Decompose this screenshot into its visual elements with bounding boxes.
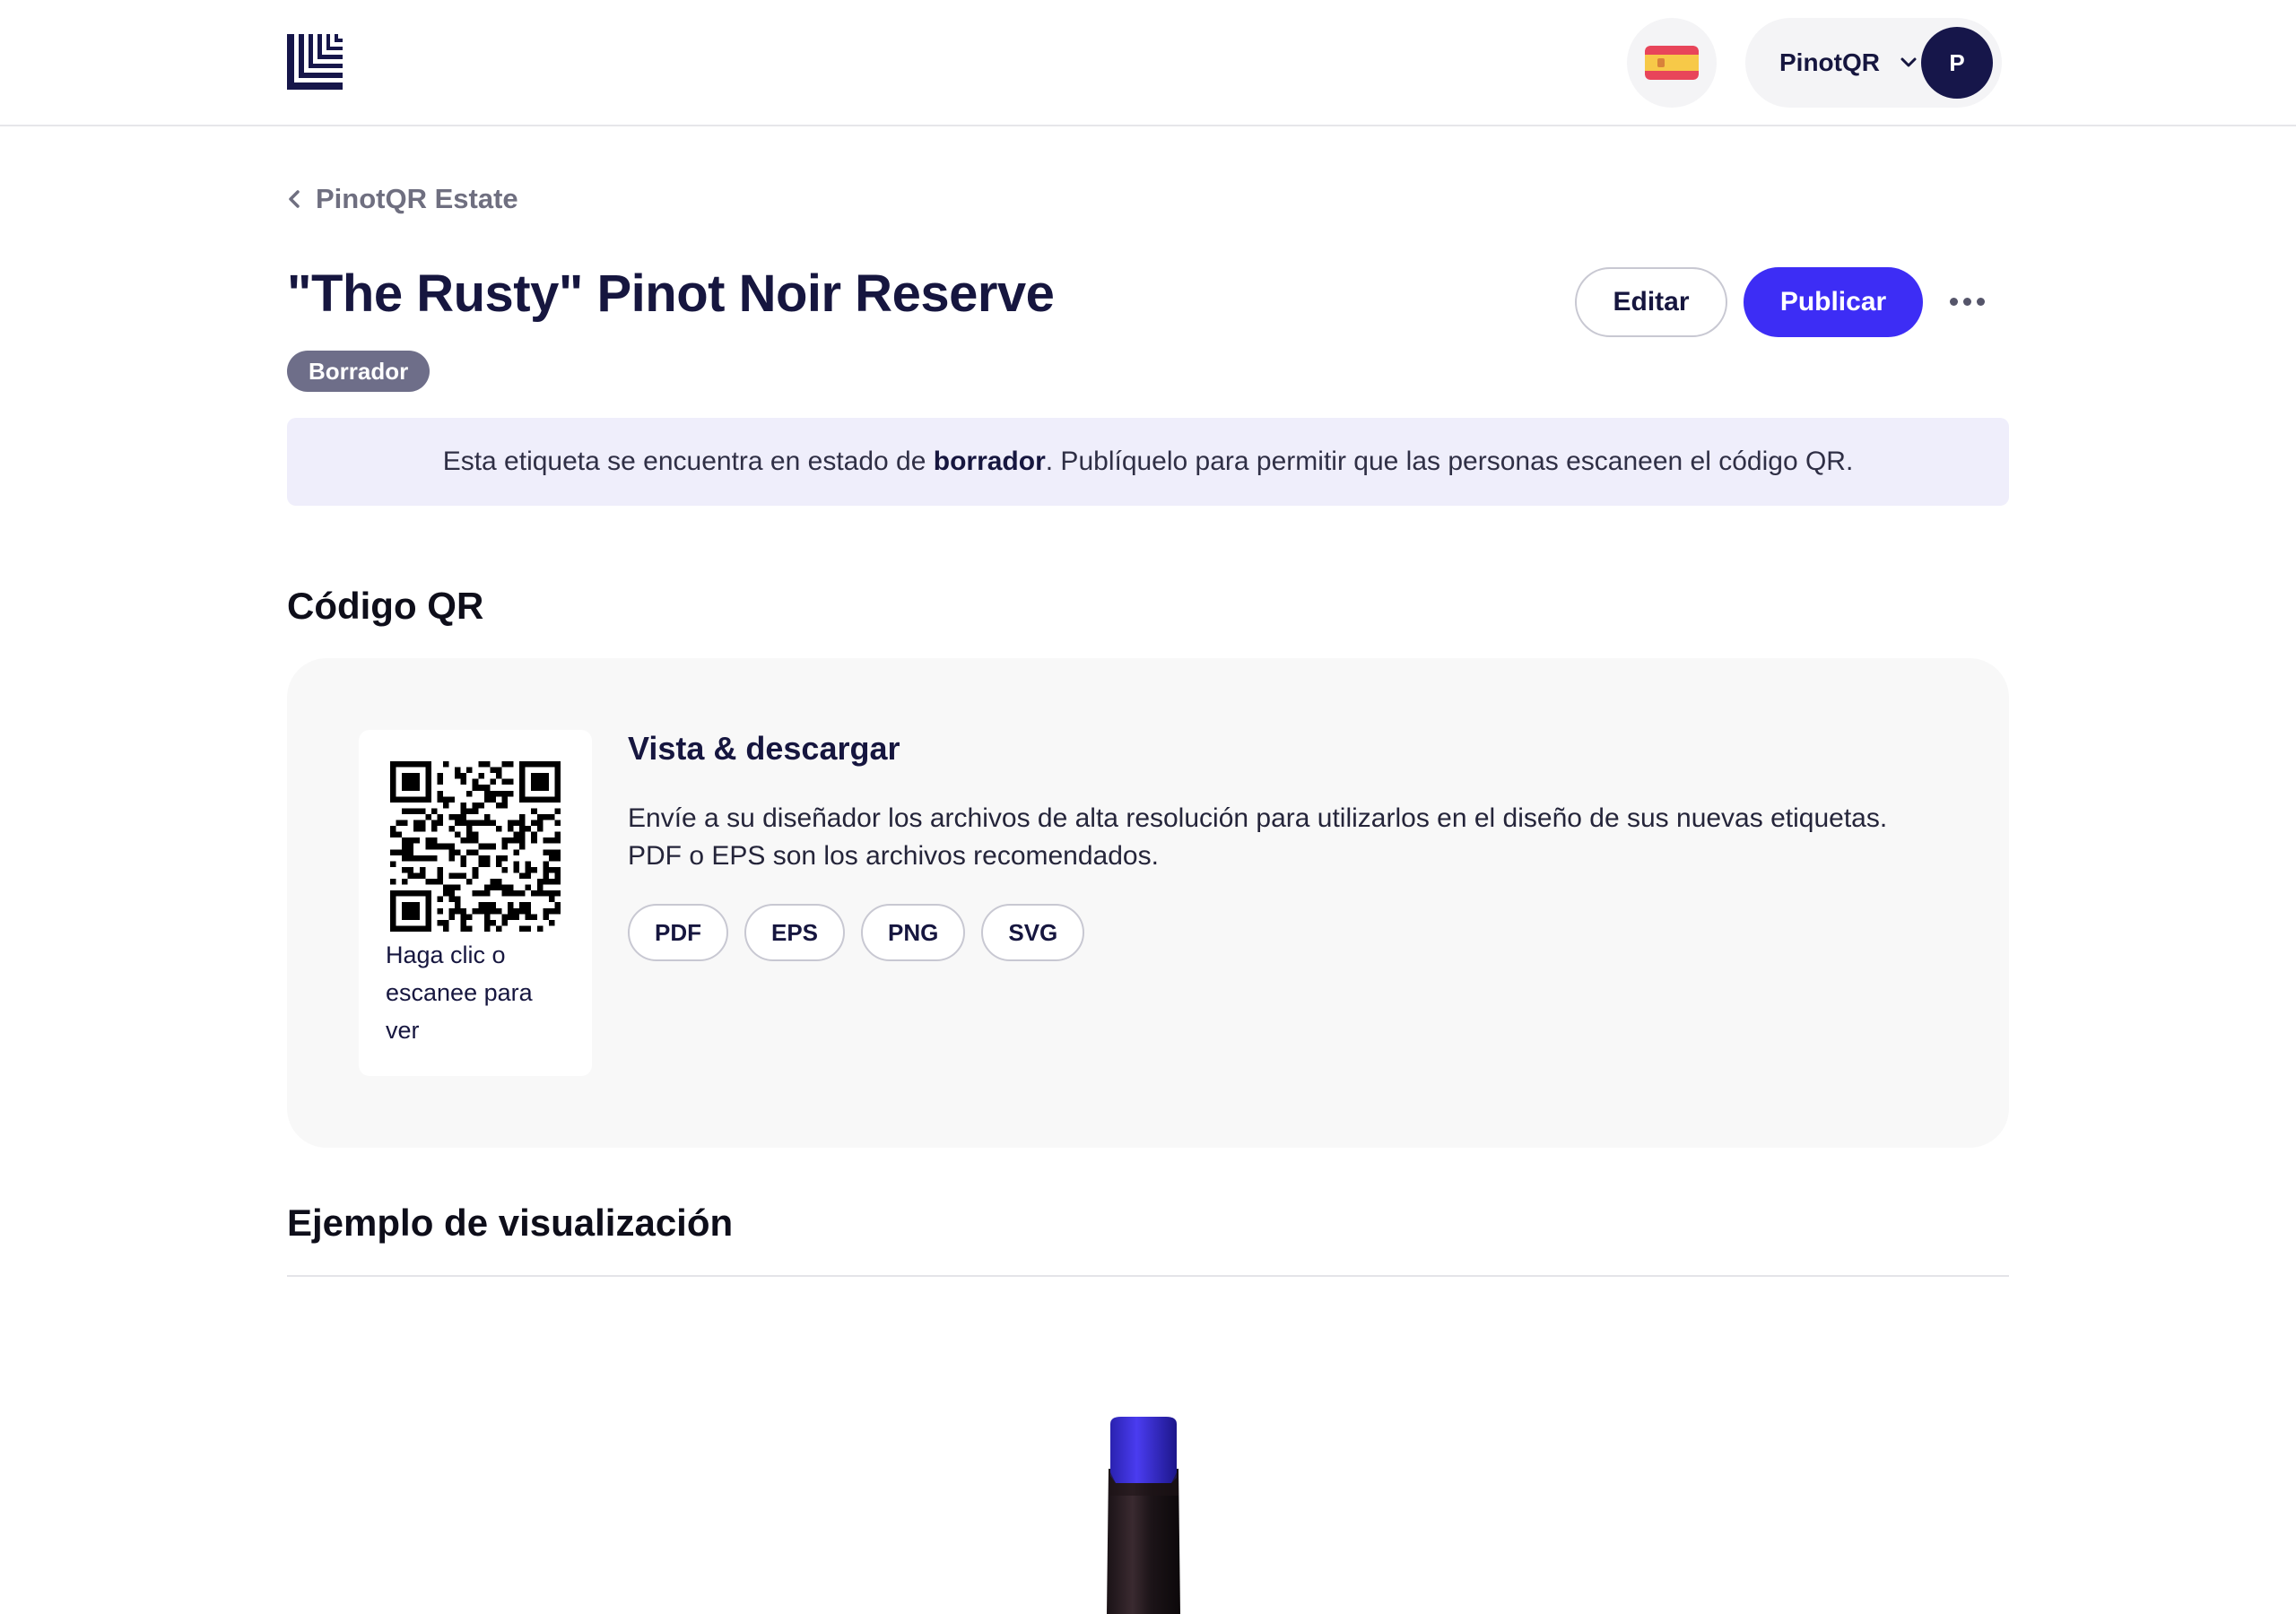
draft-notice: Esta etiqueta se encuentra en estado de …: [287, 418, 2009, 506]
chevron-down-icon: [1900, 57, 1917, 67]
breadcrumb-label[interactable]: PinotQR Estate: [316, 183, 518, 215]
language-selector[interactable]: [1627, 18, 1717, 108]
status-badge: Borrador: [287, 351, 430, 392]
more-options-button[interactable]: [1950, 283, 1986, 319]
download-png-button[interactable]: PNG: [861, 904, 966, 961]
qr-card: Haga clic o escanee para ver Vista & des…: [287, 658, 2009, 1148]
qr-preview[interactable]: Haga clic o escanee para ver: [359, 730, 592, 1076]
notice-text-bold: borrador: [933, 447, 1046, 476]
download-description: Envíe a su diseñador los archivos de alt…: [628, 803, 1888, 871]
breadcrumb[interactable]: PinotQR Estate: [285, 183, 518, 215]
format-buttons: PDF EPS PNG SVG: [628, 904, 1085, 961]
chevron-left-icon: [289, 190, 300, 208]
section-divider: [287, 1275, 2009, 1277]
account-menu[interactable]: PinotQR P: [1745, 18, 2002, 108]
publish-button[interactable]: Publicar: [1744, 267, 1923, 337]
download-eps-button[interactable]: EPS: [744, 904, 846, 961]
avatar[interactable]: P: [1921, 27, 1993, 99]
more-dot: [1963, 297, 1971, 306]
edit-button[interactable]: Editar: [1575, 267, 1727, 337]
preview-section-title: Ejemplo de visualización: [287, 1202, 734, 1244]
download-title: Vista & descargar: [628, 730, 900, 767]
qr-caption: Haga clic o escanee para ver: [386, 941, 533, 1044]
notice-text-after: . Publíquelo para permitir que las perso…: [1045, 447, 1854, 476]
more-dot: [1950, 297, 1958, 306]
qr-section-title: Código QR: [287, 585, 484, 627]
download-pdf-button[interactable]: PDF: [628, 904, 728, 961]
brand-logo[interactable]: [287, 34, 343, 90]
qr-code[interactable]: [390, 761, 561, 932]
wine-bottle-preview: [1107, 1417, 1180, 1614]
download-svg-button[interactable]: SVG: [981, 904, 1085, 961]
more-dot: [1977, 297, 1985, 306]
spain-flag-icon: [1645, 46, 1699, 80]
page-title: "The Rusty" Pinot Noir Reserve: [287, 265, 1055, 323]
top-navigation-bar: PinotQR P: [0, 0, 2296, 126]
notice-text-before: Esta etiqueta se encuentra en estado de: [442, 447, 934, 476]
account-name: PinotQR: [1779, 48, 1880, 76]
